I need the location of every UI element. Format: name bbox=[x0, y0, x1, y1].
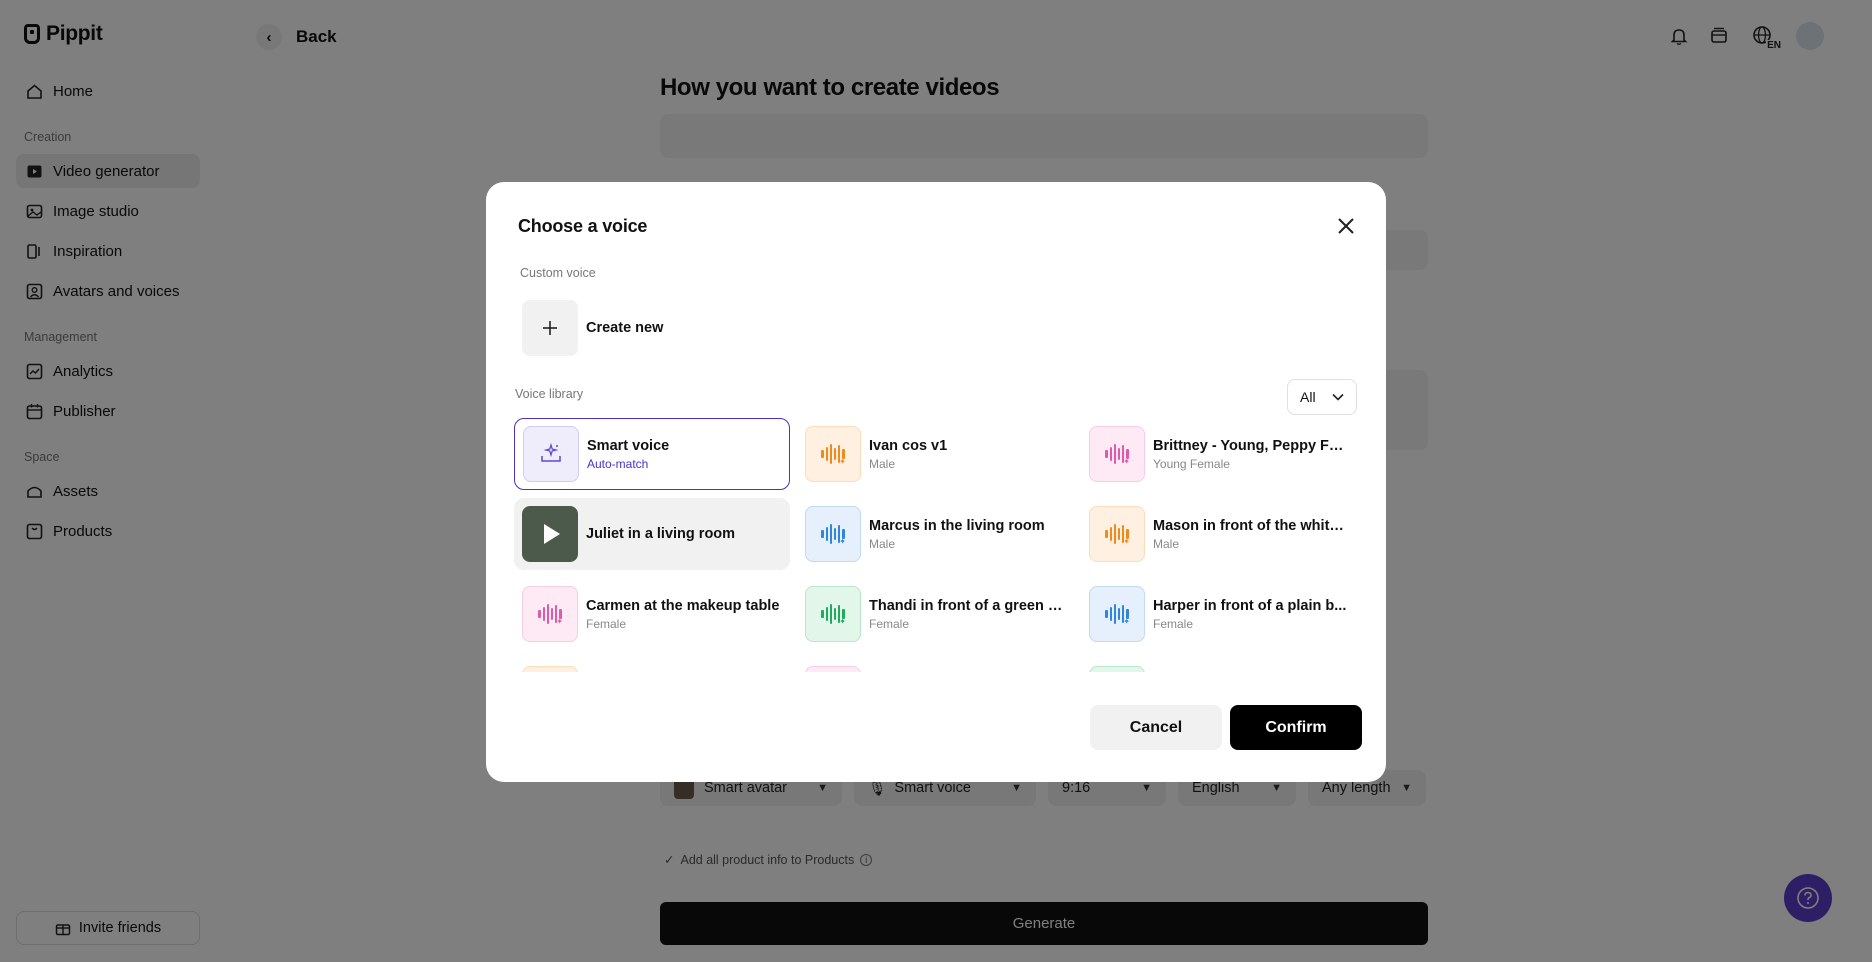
voice-card[interactable]: ✦ Ivan cos v1 Male bbox=[797, 418, 1073, 490]
dialog-title: Choose a voice bbox=[518, 216, 648, 236]
voice-name: Thandi in front of a green s... bbox=[869, 597, 1065, 614]
voice-text: Smart voice Auto-match bbox=[587, 438, 669, 471]
confirm-button[interactable]: Confirm bbox=[1230, 705, 1362, 750]
voice-name: Ivan cos v1 bbox=[869, 437, 948, 454]
soundwave-icon: ✦ bbox=[1089, 506, 1145, 562]
sparkle-icon: ✦ bbox=[839, 617, 846, 626]
voice-text: Mason in front of the white... Male bbox=[1153, 518, 1349, 551]
voice-card[interactable]: Smart voice Auto-match bbox=[514, 418, 790, 490]
voice-subtitle: Female bbox=[1153, 616, 1194, 631]
voice-name: Carmen at the makeup table bbox=[586, 597, 780, 614]
voice-card[interactable]: ✦Jabari in the living room2 bbox=[1081, 658, 1357, 672]
voice-subtitle: Female bbox=[586, 616, 627, 631]
voice-card[interactable]: ✦ Carmen at the makeup table Female bbox=[514, 578, 790, 650]
close-icon bbox=[1338, 218, 1354, 234]
soundwave-icon: ✦ bbox=[805, 666, 861, 672]
voice-text: Brittney - Young, Peppy Fe... Young Femal… bbox=[1153, 438, 1349, 471]
voice-card[interactable]: ✦Ethan in the outdoor bbox=[797, 658, 1073, 672]
custom-voice-label: Custom voice bbox=[520, 266, 596, 280]
voice-card[interactable]: ✦ bbox=[514, 658, 790, 672]
play-triangle bbox=[544, 524, 560, 544]
voice-card[interactable]: ✦ Thandi in front of a green s... Female bbox=[797, 578, 1073, 650]
close-button[interactable] bbox=[1334, 216, 1358, 240]
voice-card[interactable]: ✦ Mason in front of the white... Male bbox=[1081, 498, 1357, 570]
choose-voice-dialog: Choose a voice Custom voice Create new V… bbox=[486, 182, 1386, 782]
sparkle-icon: ✦ bbox=[1123, 457, 1130, 466]
play-icon bbox=[522, 506, 578, 562]
sparkle-icon: ✦ bbox=[1123, 617, 1130, 626]
voice-text: Marcus in the living room Male bbox=[869, 518, 1045, 551]
soundwave-icon: ✦ bbox=[1089, 426, 1145, 482]
voice-subtitle: Male bbox=[869, 456, 896, 471]
voice-library-list[interactable]: Smart voice Auto-match ✦ Ivan cos v1 Male ✦ Br… bbox=[514, 418, 1362, 672]
soundwave-icon: ✦ bbox=[805, 506, 861, 562]
voice-subtitle: Male bbox=[1153, 536, 1180, 551]
voice-text: Juliet in a living room bbox=[586, 526, 735, 542]
plus-icon bbox=[522, 300, 578, 356]
voice-name: Juliet in a living room bbox=[586, 526, 736, 542]
voice-subtitle: Auto-match bbox=[587, 456, 649, 471]
create-new-voice-button[interactable]: Create new bbox=[522, 300, 663, 356]
voice-text: Thandi in front of a green s... Female bbox=[869, 598, 1065, 631]
sparkle-icon: ✦ bbox=[839, 457, 846, 466]
soundwave-icon: ✦ bbox=[805, 426, 861, 482]
voice-name: Marcus in the living room bbox=[869, 517, 1045, 534]
voice-text: Harper in front of a plain b... Female bbox=[1153, 598, 1346, 631]
sparkle-icon: ✦ bbox=[1123, 537, 1130, 546]
voice-name: Brittney - Young, Peppy Fe... bbox=[1153, 437, 1349, 454]
smart-voice-sparkle-icon bbox=[523, 426, 579, 482]
voice-text: Ivan cos v1 Male bbox=[869, 438, 947, 471]
voice-library-label: Voice library bbox=[515, 387, 584, 401]
voice-subtitle: Young Female bbox=[1153, 456, 1230, 471]
voice-subtitle: Male bbox=[869, 536, 896, 551]
create-new-label: Create new bbox=[586, 320, 664, 336]
voice-name: Harper in front of a plain b... bbox=[1153, 597, 1347, 614]
voice-card[interactable]: ✦ Harper in front of a plain b... Female bbox=[1081, 578, 1357, 650]
soundwave-icon: ✦ bbox=[522, 666, 578, 672]
voice-card[interactable]: ✦ Marcus in the living room Male bbox=[797, 498, 1073, 570]
filter-value: All bbox=[1300, 389, 1316, 405]
soundwave-icon: ✦ bbox=[522, 586, 578, 642]
voice-card[interactable]: Juliet in a living room bbox=[514, 498, 790, 570]
voice-name: Smart voice bbox=[587, 437, 670, 454]
voice-subtitle: Female bbox=[869, 616, 910, 631]
soundwave-icon: ✦ bbox=[805, 586, 861, 642]
sparkle-icon: ✦ bbox=[839, 537, 846, 546]
voice-name: Mason in front of the white... bbox=[1153, 517, 1349, 534]
sparkle-icon: ✦ bbox=[556, 617, 563, 626]
soundwave-icon: ✦ bbox=[1089, 666, 1145, 672]
cancel-button[interactable]: Cancel bbox=[1090, 705, 1222, 750]
chevron-down-icon bbox=[1332, 393, 1344, 401]
voice-filter-select[interactable]: All bbox=[1287, 379, 1357, 415]
soundwave-icon: ✦ bbox=[1089, 586, 1145, 642]
voice-text: Carmen at the makeup table Female bbox=[586, 598, 779, 631]
voice-card[interactable]: ✦ Brittney - Young, Peppy Fe... Young Fema… bbox=[1081, 418, 1357, 490]
